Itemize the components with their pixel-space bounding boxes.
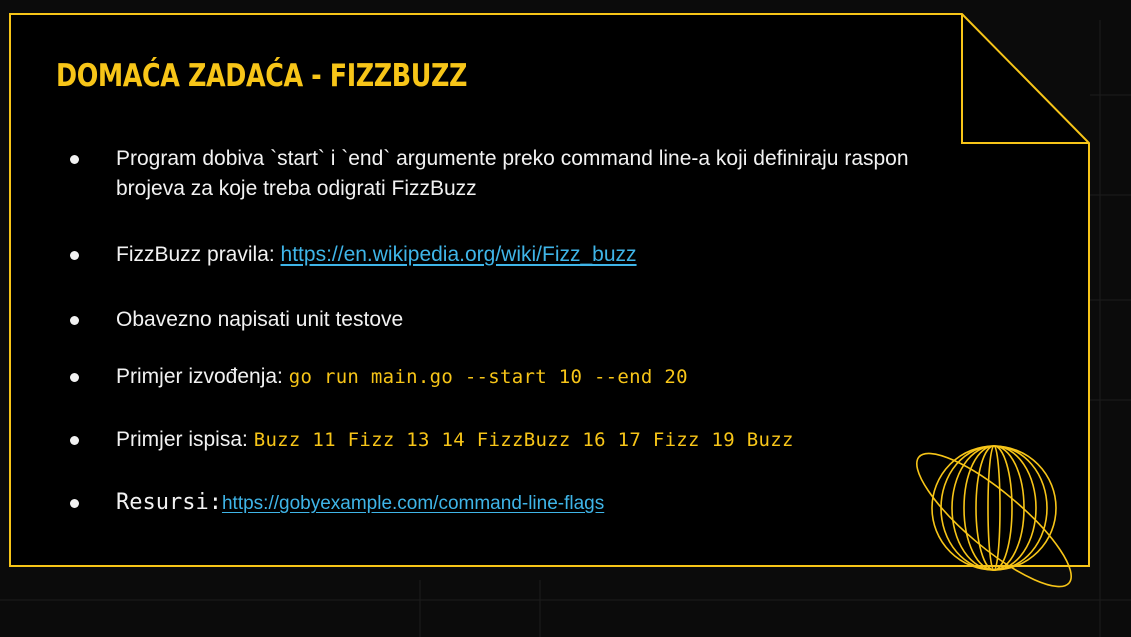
- bullet-dot-icon: [70, 316, 79, 325]
- bullet-label: Resursi:: [116, 490, 222, 515]
- bullet-label: FizzBuzz pravila:: [116, 243, 281, 266]
- wikipedia-link[interactable]: https://en.wikipedia.org/wiki/Fizz_buzz: [281, 243, 637, 266]
- run-command-code: go run main.go --start 10 --end 20: [288, 366, 688, 388]
- output-example-code: Buzz 11 Fizz 13 14 FizzBuzz 16 17 Fizz 1…: [253, 429, 794, 451]
- bullet-dot-icon: [70, 436, 79, 445]
- bullet-dot-icon: [70, 373, 79, 382]
- gobyexample-link[interactable]: https://gobyexample.com/command-line-fla…: [222, 493, 604, 514]
- slide-title: DOMAĆA ZADAĆA - FIZZBUZZ: [56, 58, 468, 94]
- bullet-text: Obavezno napisati unit testove: [116, 308, 404, 331]
- bullet-text: Program dobiva `start` i `end` argumente…: [116, 147, 909, 200]
- planet-globe-icon: [916, 445, 1072, 588]
- bullet-dot-icon: [70, 251, 79, 260]
- bullet-label: Primjer izvođenja:: [116, 365, 289, 388]
- bullet-label: Primjer ispisa:: [116, 428, 254, 451]
- bullet-dot-icon: [70, 499, 79, 508]
- bullet-dot-icon: [70, 155, 79, 164]
